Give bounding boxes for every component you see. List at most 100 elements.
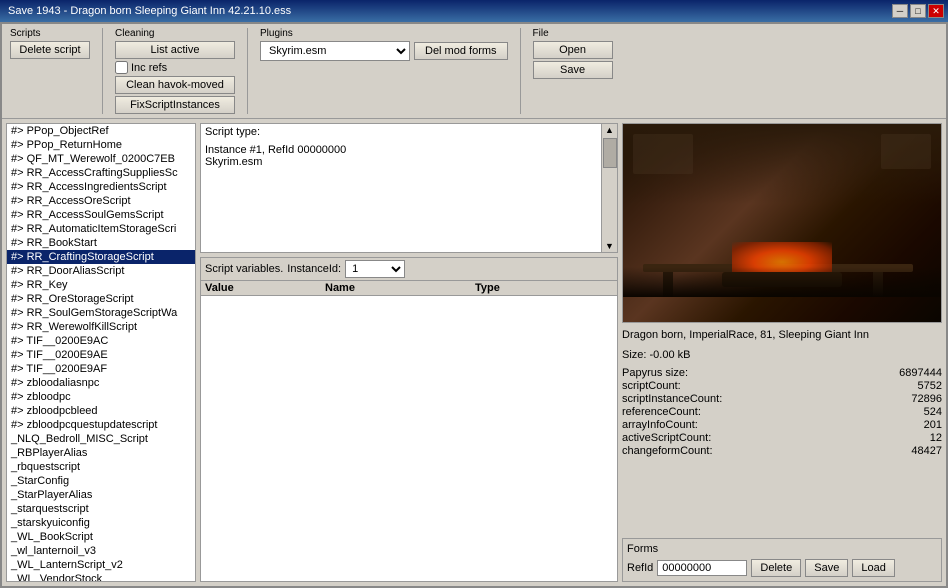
script-item[interactable]: #> RR_OreStorageScript bbox=[7, 292, 195, 306]
separator-1 bbox=[102, 28, 103, 114]
separator-2 bbox=[247, 28, 248, 114]
main-window: Scripts Delete script Cleaning List acti… bbox=[0, 22, 948, 588]
forms-label: Forms bbox=[627, 543, 937, 555]
script-item[interactable]: _NLQ_Bedroll_MISC_Script bbox=[7, 432, 195, 446]
main-content: #> PPop_ObjectRef#> PPop_ReturnHome#> QF… bbox=[2, 119, 946, 586]
script-esm-line: Skyrim.esm bbox=[205, 156, 346, 168]
titlebar: Save 1943 - Dragon born Sleeping Giant I… bbox=[0, 0, 948, 22]
forms-row: RefId Delete Save Load bbox=[627, 559, 937, 577]
stat-name: changeformCount: bbox=[622, 445, 891, 457]
script-item[interactable]: #> RR_AccessIngredientsScript bbox=[7, 180, 195, 194]
right-panel: Dragon born, ImperialRace, 81, Sleeping … bbox=[622, 123, 942, 582]
stat-name: activeScriptCount: bbox=[622, 432, 891, 444]
file-label: File bbox=[533, 28, 549, 39]
script-type-box: Script type: Instance #1, RefId 00000000… bbox=[200, 123, 618, 253]
script-item[interactable]: #> RR_BookStart bbox=[7, 236, 195, 250]
stat-name: arrayInfoCount: bbox=[622, 419, 891, 431]
del-mod-button[interactable]: Del mod forms bbox=[414, 42, 508, 60]
script-item[interactable]: _wl_lanternoil_v3 bbox=[7, 544, 195, 558]
variables-label: Script variables. bbox=[205, 263, 283, 275]
list-active-button[interactable]: List active bbox=[115, 41, 235, 59]
script-item[interactable]: #> zbloodpcquestupdatescript bbox=[7, 418, 195, 432]
fix-button[interactable]: FixScriptInstances bbox=[115, 96, 235, 114]
scripts-toolbar-section: Scripts Delete script bbox=[10, 28, 90, 59]
script-item[interactable]: #> PPop_ReturnHome bbox=[7, 138, 195, 152]
forms-save-button[interactable]: Save bbox=[805, 559, 848, 577]
plugin-select[interactable]: Skyrim.esm bbox=[260, 41, 410, 61]
script-item[interactable]: #> zbloodpcbleed bbox=[7, 404, 195, 418]
script-item[interactable]: _WL_BookScript bbox=[7, 530, 195, 544]
instance-label: InstanceId: bbox=[287, 263, 341, 275]
script-item[interactable]: #> RR_AccessOreScript bbox=[7, 194, 195, 208]
center-panel: Script type: Instance #1, RefId 00000000… bbox=[200, 123, 618, 582]
screenshot-box bbox=[622, 123, 942, 323]
script-item[interactable]: #> RR_DoorAliasScript bbox=[7, 264, 195, 278]
col-type-header: Type bbox=[475, 282, 613, 294]
script-item[interactable]: #> TIF__0200E9AC bbox=[7, 334, 195, 348]
window-title: Save 1943 - Dragon born Sleeping Giant I… bbox=[4, 5, 291, 17]
scroll-up-icon[interactable]: ▲ bbox=[602, 124, 617, 136]
maximize-button[interactable]: □ bbox=[910, 4, 926, 18]
script-item[interactable]: #> RR_AccessSoulGemsScript bbox=[7, 208, 195, 222]
close-button[interactable]: ✕ bbox=[928, 4, 944, 18]
clean-button[interactable]: Clean havok-moved bbox=[115, 76, 235, 94]
titlebar-controls: ─ □ ✕ bbox=[892, 4, 944, 18]
script-type-scrollbar[interactable]: ▲ ▼ bbox=[601, 124, 617, 252]
script-instance-line: Instance #1, RefId 00000000 bbox=[205, 144, 346, 156]
wall-stone-1 bbox=[633, 134, 693, 174]
script-item[interactable]: _StarConfig bbox=[7, 474, 195, 488]
variables-header: Script variables. InstanceId: 1 bbox=[201, 258, 617, 281]
script-item[interactable]: #> TIF__0200E9AF bbox=[7, 362, 195, 376]
stats-grid: Papyrus size:6897444scriptCount:5752scri… bbox=[622, 367, 942, 457]
separator-3 bbox=[520, 28, 521, 114]
script-item[interactable]: _rbquestscript bbox=[7, 460, 195, 474]
scripts-list[interactable]: #> PPop_ObjectRef#> PPop_ReturnHome#> QF… bbox=[7, 124, 195, 581]
script-item[interactable]: #> QF_MT_Werewolf_0200C7EB bbox=[7, 152, 195, 166]
script-item[interactable]: #> PPop_ObjectRef bbox=[7, 124, 195, 138]
minimize-button[interactable]: ─ bbox=[892, 4, 908, 18]
script-item[interactable]: #> zbloodaliasnpc bbox=[7, 376, 195, 390]
script-item[interactable]: _starskyuiconfig bbox=[7, 516, 195, 530]
delete-script-button[interactable]: Delete script bbox=[10, 41, 90, 59]
scripts-label: Scripts bbox=[10, 28, 41, 39]
script-type-content: Instance #1, RefId 00000000 Skyrim.esm bbox=[205, 144, 346, 168]
cleaning-label: Cleaning bbox=[115, 28, 154, 39]
forms-load-button[interactable]: Load bbox=[852, 559, 894, 577]
script-item[interactable]: _starquestscript bbox=[7, 502, 195, 516]
instance-select[interactable]: 1 bbox=[345, 260, 405, 278]
script-item[interactable]: _WL_VendorStock bbox=[7, 572, 195, 581]
col-value-header: Value bbox=[205, 282, 325, 294]
stat-value: 12 bbox=[899, 432, 942, 444]
open-button[interactable]: Open bbox=[533, 41, 613, 59]
scroll-thumb[interactable] bbox=[603, 138, 617, 168]
stat-name: Papyrus size: bbox=[622, 367, 891, 379]
stat-name: referenceCount: bbox=[622, 406, 891, 418]
stat-value: 48427 bbox=[899, 445, 942, 457]
col-name-header: Name bbox=[325, 282, 475, 294]
script-item[interactable]: _StarPlayerAlias bbox=[7, 488, 195, 502]
character-info: Dragon born, ImperialRace, 81, Sleeping … bbox=[622, 327, 942, 343]
save-button[interactable]: Save bbox=[533, 61, 613, 79]
stat-value: 72896 bbox=[899, 393, 942, 405]
script-item[interactable]: _RBPlayerAlias bbox=[7, 446, 195, 460]
script-item[interactable]: #> RR_SoulGemStorageScriptWa bbox=[7, 306, 195, 320]
script-item[interactable]: #> RR_AccessCraftingSuppliesSc bbox=[7, 166, 195, 180]
script-item[interactable]: #> zbloodpc bbox=[7, 390, 195, 404]
inc-refs-checkbox[interactable] bbox=[115, 61, 128, 74]
script-item[interactable]: _WL_LanternScript_v2 bbox=[7, 558, 195, 572]
forms-delete-button[interactable]: Delete bbox=[751, 559, 801, 577]
script-item[interactable]: #> RR_Key bbox=[7, 278, 195, 292]
refid-input[interactable] bbox=[657, 560, 747, 576]
variables-table: Value Name Type bbox=[201, 281, 617, 581]
script-item[interactable]: #> RR_WerewolfKillScript bbox=[7, 320, 195, 334]
scripts-panel: #> PPop_ObjectRef#> PPop_ReturnHome#> QF… bbox=[6, 123, 196, 582]
inc-refs-label: Inc refs bbox=[131, 62, 167, 74]
script-item[interactable]: #> RR_AutomaticItemStorageScri bbox=[7, 222, 195, 236]
refid-label: RefId bbox=[627, 562, 653, 574]
script-item[interactable]: #> TIF__0200E9AE bbox=[7, 348, 195, 362]
scroll-down-icon[interactable]: ▼ bbox=[602, 241, 617, 251]
toolbar: Scripts Delete script Cleaning List acti… bbox=[2, 24, 946, 119]
stat-value: 6897444 bbox=[899, 367, 942, 379]
stat-value: 5752 bbox=[899, 380, 942, 392]
script-item[interactable]: #> RR_CraftingStorageScript bbox=[7, 250, 195, 264]
